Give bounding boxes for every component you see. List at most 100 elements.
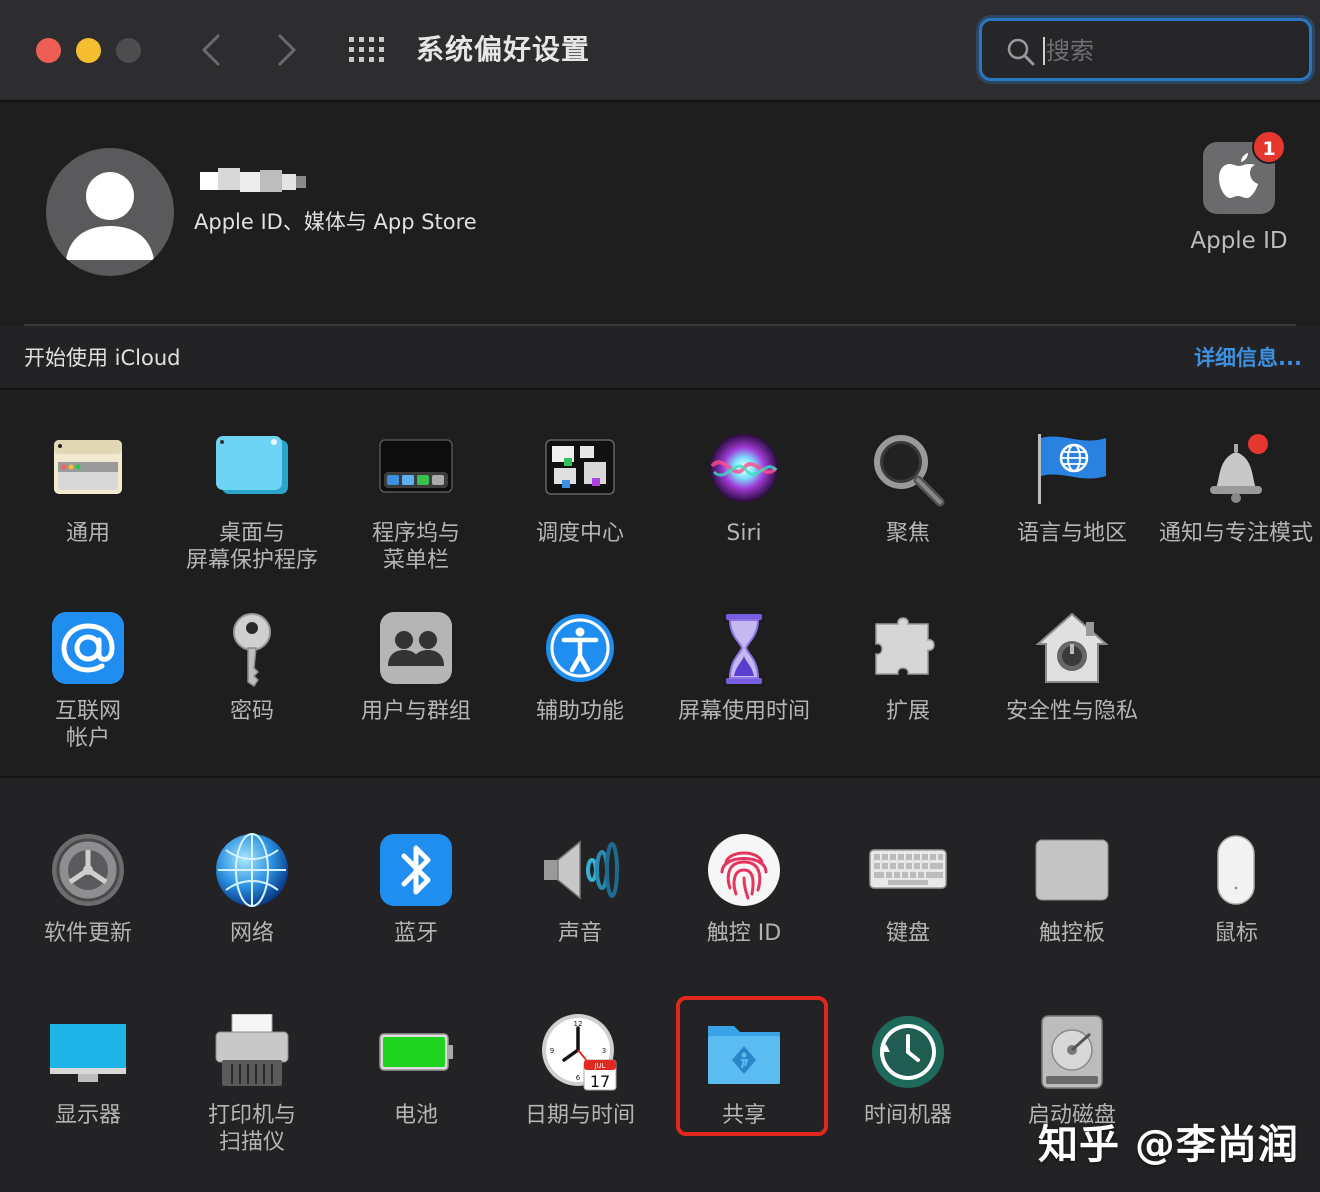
puzzle-icon (868, 610, 948, 690)
fingerprint-icon (704, 832, 784, 912)
icloud-banner: 开始使用 iCloud 详细信息... (0, 326, 1320, 388)
svg-text:6: 6 (576, 1074, 581, 1082)
apple-id-pane[interactable]: 1 Apple ID (1160, 130, 1318, 260)
account-subtitle[interactable]: Apple ID、媒体与 App Store (194, 206, 477, 236)
pane-label: 软件更新 (43, 921, 132, 946)
pane-label: 桌面与 屏幕保护程序 (185, 521, 318, 573)
key-icon (212, 610, 292, 690)
bluetooth-icon (376, 832, 456, 912)
pane-passwords[interactable]: 密码 (170, 610, 334, 725)
icloud-prompt: 开始使用 iCloud (24, 346, 181, 370)
pane-mouse[interactable]: 鼠标 (1154, 832, 1318, 947)
pane-label: 网络 (229, 921, 274, 946)
dock-icon (376, 432, 456, 512)
house-lock-icon (1032, 610, 1112, 690)
pane-label: 触控 ID (706, 921, 782, 946)
close-window-button[interactable] (36, 38, 61, 63)
pane-siri[interactable]: Siri (662, 432, 826, 547)
pane-battery[interactable]: 电池 (334, 1014, 498, 1129)
pane-date-time[interactable]: 12 3 6 9 JUL 17 日期与时间 (498, 1014, 662, 1129)
time-machine-icon (868, 1014, 948, 1094)
pane-internet-accounts[interactable]: 互联网 帐户 (6, 610, 170, 752)
users-icon (376, 610, 456, 690)
pane-screen-time[interactable]: 屏幕使用时间 (662, 610, 826, 725)
mouse-icon (1196, 832, 1276, 912)
search-input[interactable] (1046, 31, 1286, 71)
pane-label: 显示器 (54, 1103, 121, 1128)
pane-label: 安全性与隐私 (1005, 699, 1138, 724)
icloud-details-link[interactable]: 详细信息... (1194, 342, 1302, 372)
hourglass-icon (704, 610, 784, 690)
pane-sound[interactable]: 声音 (498, 832, 662, 947)
pane-label: 用户与群组 (360, 699, 471, 724)
pane-label: 聚焦 (885, 521, 930, 546)
hard-disk-icon (1032, 1014, 1112, 1094)
pane-label: 辅助功能 (535, 699, 624, 724)
pane-extensions[interactable]: 扩展 (826, 610, 990, 725)
pane-keyboard[interactable]: 键盘 (826, 832, 990, 947)
account-name-redacted (200, 168, 306, 192)
accessibility-icon (540, 610, 620, 690)
pane-label: 打印机与 扫描仪 (207, 1103, 296, 1155)
battery-icon (376, 1014, 456, 1094)
user-avatar[interactable] (46, 148, 174, 276)
pane-label: 触控板 (1038, 921, 1105, 946)
general-icon (48, 432, 128, 512)
pane-time-machine[interactable]: 时间机器 (826, 1014, 990, 1129)
zoom-window-button[interactable] (116, 38, 141, 63)
svg-text:JUL: JUL (593, 1062, 605, 1070)
gear-icon (48, 832, 128, 912)
pane-label: 鼠标 (1213, 921, 1258, 946)
search-field[interactable] (979, 18, 1312, 81)
pane-label: 声音 (557, 921, 602, 946)
svg-text:9: 9 (550, 1047, 554, 1055)
svg-text:12: 12 (574, 1020, 583, 1028)
desktop-icon (212, 432, 292, 512)
grid-icon (349, 37, 384, 62)
show-all-button[interactable] (348, 36, 386, 64)
pane-displays[interactable]: 显示器 (6, 1014, 170, 1129)
pane-label: 电池 (393, 1103, 438, 1128)
divider (0, 388, 1320, 390)
apple-id-label: Apple ID (1190, 228, 1288, 254)
pane-label: 日期与时间 (524, 1103, 635, 1128)
pane-network[interactable]: 网络 (170, 832, 334, 947)
minimize-window-button[interactable] (76, 38, 101, 63)
pane-touch-id[interactable]: 触控 ID (662, 832, 826, 947)
chevron-left-icon (201, 34, 220, 66)
pane-security-privacy[interactable]: 安全性与隐私 (990, 610, 1154, 725)
forward-button[interactable] (272, 30, 302, 70)
pane-label: 蓝牙 (393, 921, 438, 946)
at-sign-icon (48, 610, 128, 690)
pane-accessibility[interactable]: 辅助功能 (498, 610, 662, 725)
pane-software-update[interactable]: 软件更新 (6, 832, 170, 947)
pane-label: 密码 (229, 699, 274, 724)
bell-icon (1196, 432, 1276, 512)
title-bar: 系统偏好设置 (0, 0, 1320, 102)
siri-icon (704, 432, 784, 512)
pane-label: 互联网 帐户 (54, 699, 121, 751)
pane-users-groups[interactable]: 用户与群组 (334, 610, 498, 725)
pane-label: 通用 (65, 521, 110, 546)
network-globe-icon (212, 832, 292, 912)
globe-flag-icon (1032, 432, 1112, 512)
pane-trackpad[interactable]: 触控板 (990, 832, 1154, 947)
pane-notifications-focus[interactable]: 通知与专注模式 (1154, 432, 1318, 547)
pane-dock-menubar[interactable]: 程序坞与 菜单栏 (334, 432, 498, 574)
sharing-highlight-box (676, 996, 828, 1136)
pane-label: Siri (726, 521, 762, 546)
person-icon (66, 172, 154, 260)
pane-printers-scanners[interactable]: 打印机与 扫描仪 (170, 1014, 334, 1156)
pane-desktop-screensaver[interactable]: 桌面与 屏幕保护程序 (170, 432, 334, 574)
chevron-right-icon (278, 34, 297, 66)
pane-language-region[interactable]: 语言与地区 (990, 432, 1154, 547)
pane-label: 语言与地区 (1016, 521, 1127, 546)
pane-bluetooth[interactable]: 蓝牙 (334, 832, 498, 947)
pane-general[interactable]: 通用 (6, 432, 170, 547)
pane-spotlight[interactable]: 聚焦 (826, 432, 990, 547)
back-button[interactable] (196, 30, 226, 70)
notification-badge: 1 (1252, 130, 1286, 164)
magnifier-icon (868, 432, 948, 512)
printer-icon (212, 1014, 292, 1094)
pane-mission-control[interactable]: 调度中心 (498, 432, 662, 547)
